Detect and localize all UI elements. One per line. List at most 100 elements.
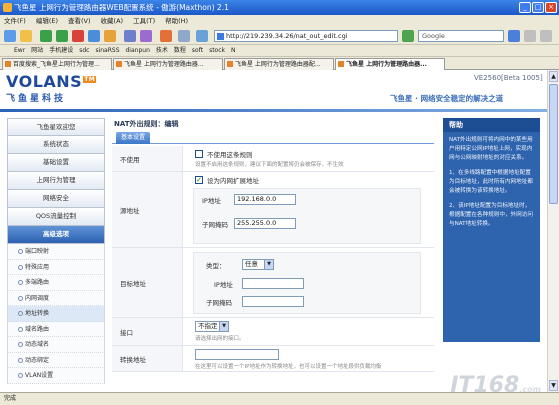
dst-ip-input[interactable] [242, 278, 304, 289]
sidebar-item-basic[interactable]: 基础设置 [7, 154, 105, 172]
bullet-icon [18, 295, 23, 301]
conversion-input[interactable] [195, 349, 279, 360]
fav-item[interactable]: soft [192, 45, 203, 56]
sidebar-item-security[interactable]: 网络安全 [7, 190, 105, 208]
scroll-up-icon[interactable]: ▲ [549, 71, 558, 82]
bullet-icon [18, 326, 23, 332]
back-icon[interactable] [40, 30, 52, 42]
src-mask-input[interactable]: 255.255.0.0 [234, 218, 296, 229]
search-box[interactable]: Google [418, 30, 504, 42]
src-ip-label: IP地址 [202, 197, 221, 205]
new-tab-icon[interactable] [4, 30, 16, 42]
sidebar-item-advanced[interactable]: 高级选项 [7, 226, 105, 244]
lan-ext-checkbox[interactable]: ✓ [195, 176, 203, 184]
chevron-down-icon: ▼ [264, 260, 273, 269]
src-ip-input[interactable]: 192.168.0.0 [234, 194, 296, 205]
address-bar[interactable]: http://219.239.34.26/nat_out_edit.cgi [214, 30, 398, 42]
go-icon[interactable] [402, 30, 414, 42]
search-icon[interactable] [508, 30, 520, 42]
subitem-dynamic-bind[interactable]: 动态绑定 [7, 352, 105, 368]
rss-icon[interactable] [160, 30, 172, 42]
fav-item[interactable]: sinaRSS [95, 45, 119, 56]
scroll-down-icon[interactable]: ▼ [549, 380, 558, 391]
zoom-icon[interactable] [524, 30, 536, 42]
subitem-domain-route[interactable]: 域名路由 [7, 321, 105, 337]
row-conversion: 转换地址 在这里可以设置一个IP地址作为转换地址，也可以设置一个地址段供负载均衡 [112, 346, 434, 372]
bullet-icon [18, 357, 23, 363]
tab-basic-settings[interactable]: 基本设置 [116, 132, 150, 144]
help-paragraph: 1、在多线路配置中根据地址配置为目标地址，此时所有内网地址都会被转换为该转换地址… [449, 170, 533, 194]
browser-tab[interactable]: 飞鱼星 上网行为管理路由器配... [224, 58, 334, 70]
page-icon [217, 33, 224, 40]
menu-file[interactable]: 文件(F) [4, 15, 26, 27]
title-bar: 飞鱼星 上网行为管理路由器WEB配置系统 - 傲游(Maxthon) 2.1 _… [0, 0, 559, 15]
close-button[interactable]: × [545, 2, 557, 13]
open-folder-icon[interactable] [20, 30, 32, 42]
fav-item[interactable]: 手机建设 [49, 45, 73, 56]
destination-box: 类型： 任意 ▼ IP地址 子网掩码 [193, 252, 421, 314]
fav-item[interactable]: Ewr [14, 45, 25, 56]
menu-edit[interactable]: 编辑(E) [36, 15, 58, 27]
sidebar-item-status[interactable]: 系统状态 [7, 136, 105, 154]
dst-mask-input[interactable] [242, 296, 304, 307]
subitem-special-app[interactable]: 特殊应用 [7, 259, 105, 275]
fav-item[interactable]: sdc [79, 45, 89, 56]
favorites-bar: Ewr 网站 手机建设 sdc sinaRSS dianpun 技术 数程 so… [0, 45, 559, 57]
fav-item[interactable]: N [231, 45, 236, 56]
browser-tab[interactable]: 飞鱼星 上网行为管理路由器... [113, 58, 223, 70]
subitem-ddns[interactable]: 动态域名 [7, 337, 105, 353]
favorites-icon[interactable] [124, 30, 136, 42]
disable-check-text: 不使用这条规则 [207, 151, 253, 159]
bullet-icon [18, 342, 23, 347]
menu-help[interactable]: 帮助(H) [165, 15, 188, 27]
interface-select[interactable]: 不指定 ▼ [195, 321, 229, 332]
fav-item[interactable]: stock [209, 45, 225, 56]
destination-label: 目标地址 [120, 279, 146, 288]
browser-tab-active[interactable]: 飞鱼星 上网行为管理路由器... [335, 58, 445, 70]
sidebar: 飞鱼星欢迎您 系统状态 基础设置 上网行为管理 网络安全 QOS流量控制 高级选… [7, 118, 105, 392]
dst-type-select[interactable]: 任意 ▼ [242, 259, 274, 270]
history-icon[interactable] [140, 30, 152, 42]
bullet-icon [18, 311, 23, 316]
sidebar-item-qos[interactable]: QOS流量控制 [7, 208, 105, 226]
interface-hint: 请选择出网的接口。 [195, 336, 245, 342]
window-title: 飞鱼星 上网行为管理路由器WEB配置系统 - 傲游(Maxthon) 2.1 [14, 3, 229, 12]
source-box: IP地址 192.168.0.0 子网掩码 255.255.0.0 [193, 188, 421, 244]
fav-item[interactable]: 技术 [156, 45, 168, 56]
source-label: 源地址 [120, 206, 140, 215]
address-url: http://219.239.34.26/nat_out_edit.cgi [226, 32, 348, 40]
lan-ext-text: 设为内网扩展地址 [207, 177, 259, 185]
sidebar-item-behavior[interactable]: 上网行为管理 [7, 172, 105, 190]
row-interface: 接口 不指定 ▼ 请选择出网的接口。 [112, 318, 434, 346]
home-icon[interactable] [104, 30, 116, 42]
forward-icon[interactable] [56, 30, 68, 42]
subitem-multi-route[interactable]: 多端路由 [7, 275, 105, 291]
stop-icon[interactable] [72, 30, 84, 42]
maximize-button[interactable]: □ [532, 2, 544, 13]
subitem-nat[interactable]: 地址转换 [7, 306, 105, 322]
capture-icon[interactable] [178, 30, 190, 42]
fav-item[interactable]: 数程 [174, 45, 186, 56]
status-text: 完成 [4, 395, 17, 402]
menu-tools[interactable]: 工具(T) [133, 15, 155, 27]
refresh-icon[interactable] [88, 30, 100, 42]
disable-checkbox[interactable] [195, 150, 203, 158]
vertical-scrollbar[interactable]: ▲ ▼ [547, 70, 559, 392]
toolbar-menu-icon[interactable] [540, 30, 552, 42]
tab-label: 飞鱼星 上网行为管理路由器配... [235, 61, 321, 68]
minimize-button[interactable]: _ [519, 2, 531, 13]
chevron-down-icon: ▼ [219, 322, 228, 331]
menu-favorites[interactable]: 收藏(A) [101, 15, 124, 27]
browser-window: 飞鱼星 上网行为管理路由器WEB配置系统 - 傲游(Maxthon) 2.1 _… [0, 0, 559, 405]
scroll-thumb[interactable] [549, 84, 558, 204]
mail-icon[interactable] [196, 30, 208, 42]
subitem-vlan[interactable]: VLAN设置 [7, 368, 105, 384]
dst-ip-label: IP地址 [214, 281, 233, 289]
fav-item[interactable]: dianpun [126, 45, 150, 56]
menu-view[interactable]: 查看(V) [68, 15, 91, 27]
subitem-port-mapping[interactable]: 端口映射 [7, 244, 105, 260]
fav-item[interactable]: 网站 [31, 45, 43, 56]
sidebar-item-welcome[interactable]: 飞鱼星欢迎您 [7, 118, 105, 136]
subitem-lan-schedule[interactable]: 内网调度 [7, 290, 105, 306]
browser-tab[interactable]: 百度搜索_飞鱼星上网行为管理... [2, 58, 112, 70]
